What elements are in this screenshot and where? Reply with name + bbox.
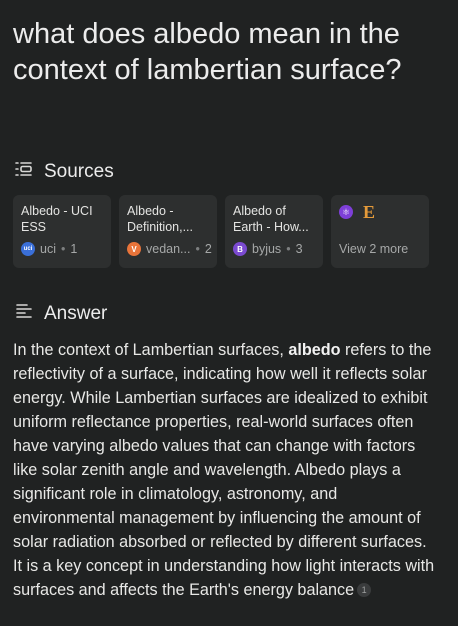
sources-heading: Sources bbox=[14, 160, 114, 183]
answer-heading: Answer bbox=[14, 302, 107, 325]
source-meta: uci uci • 1 bbox=[21, 242, 103, 256]
view-more-label: View 2 more bbox=[339, 242, 409, 256]
source-meta: V vedan... • 2 bbox=[127, 242, 212, 256]
source-title: Albedo of Earth - How... bbox=[233, 204, 309, 234]
separator-dot: • bbox=[286, 242, 291, 256]
source-card-uci[interactable]: Albedo - UCI ESS uci uci • 1 bbox=[13, 195, 111, 268]
view-more-sources-button[interactable]: ⚛ E View 2 more bbox=[331, 195, 429, 268]
source-number: 1 bbox=[70, 242, 78, 256]
vedantu-favicon-icon: V bbox=[127, 242, 141, 256]
answer-intro: In the context of Lambertian surfaces, bbox=[13, 341, 289, 359]
uci-favicon-icon: uci bbox=[21, 242, 35, 256]
question-title: what does albedo mean in the context of … bbox=[13, 18, 402, 86]
e-favicon-icon: E bbox=[363, 202, 376, 222]
source-number: 3 bbox=[295, 242, 303, 256]
answer-icon bbox=[14, 302, 34, 325]
sources-icon bbox=[14, 160, 34, 183]
answer-body: refers to the reflectivity of a surface,… bbox=[13, 341, 435, 599]
source-meta: B byjus • 3 bbox=[233, 242, 315, 256]
answer-label: Answer bbox=[44, 302, 108, 324]
answer-text: In the context of Lambertian surfaces, a… bbox=[13, 338, 438, 602]
react-favicon-icon: ⚛ bbox=[339, 205, 353, 219]
citation-badge[interactable]: 1 bbox=[357, 583, 372, 597]
source-site: vedan... bbox=[146, 242, 191, 256]
more-favicons: ⚛ E bbox=[339, 202, 421, 222]
source-cards: Albedo - UCI ESS uci uci • 1 Albedo - De… bbox=[13, 195, 429, 268]
source-card-vedantu[interactable]: Albedo - Definition,... V vedan... • 2 bbox=[119, 195, 217, 268]
separator-dot: • bbox=[60, 242, 66, 256]
source-title: Albedo - UCI ESS bbox=[21, 204, 93, 234]
source-site: uci bbox=[40, 242, 56, 256]
sources-label: Sources bbox=[44, 160, 114, 182]
source-card-byjus[interactable]: Albedo of Earth - How... B byjus • 3 bbox=[225, 195, 323, 268]
source-title: Albedo - Definition,... bbox=[127, 204, 194, 234]
source-site: byjus bbox=[252, 242, 282, 256]
source-number: 2 bbox=[204, 242, 212, 256]
answer-term: albedo bbox=[288, 341, 341, 359]
byjus-favicon-icon: B bbox=[233, 242, 247, 256]
separator-dot: • bbox=[195, 242, 200, 256]
